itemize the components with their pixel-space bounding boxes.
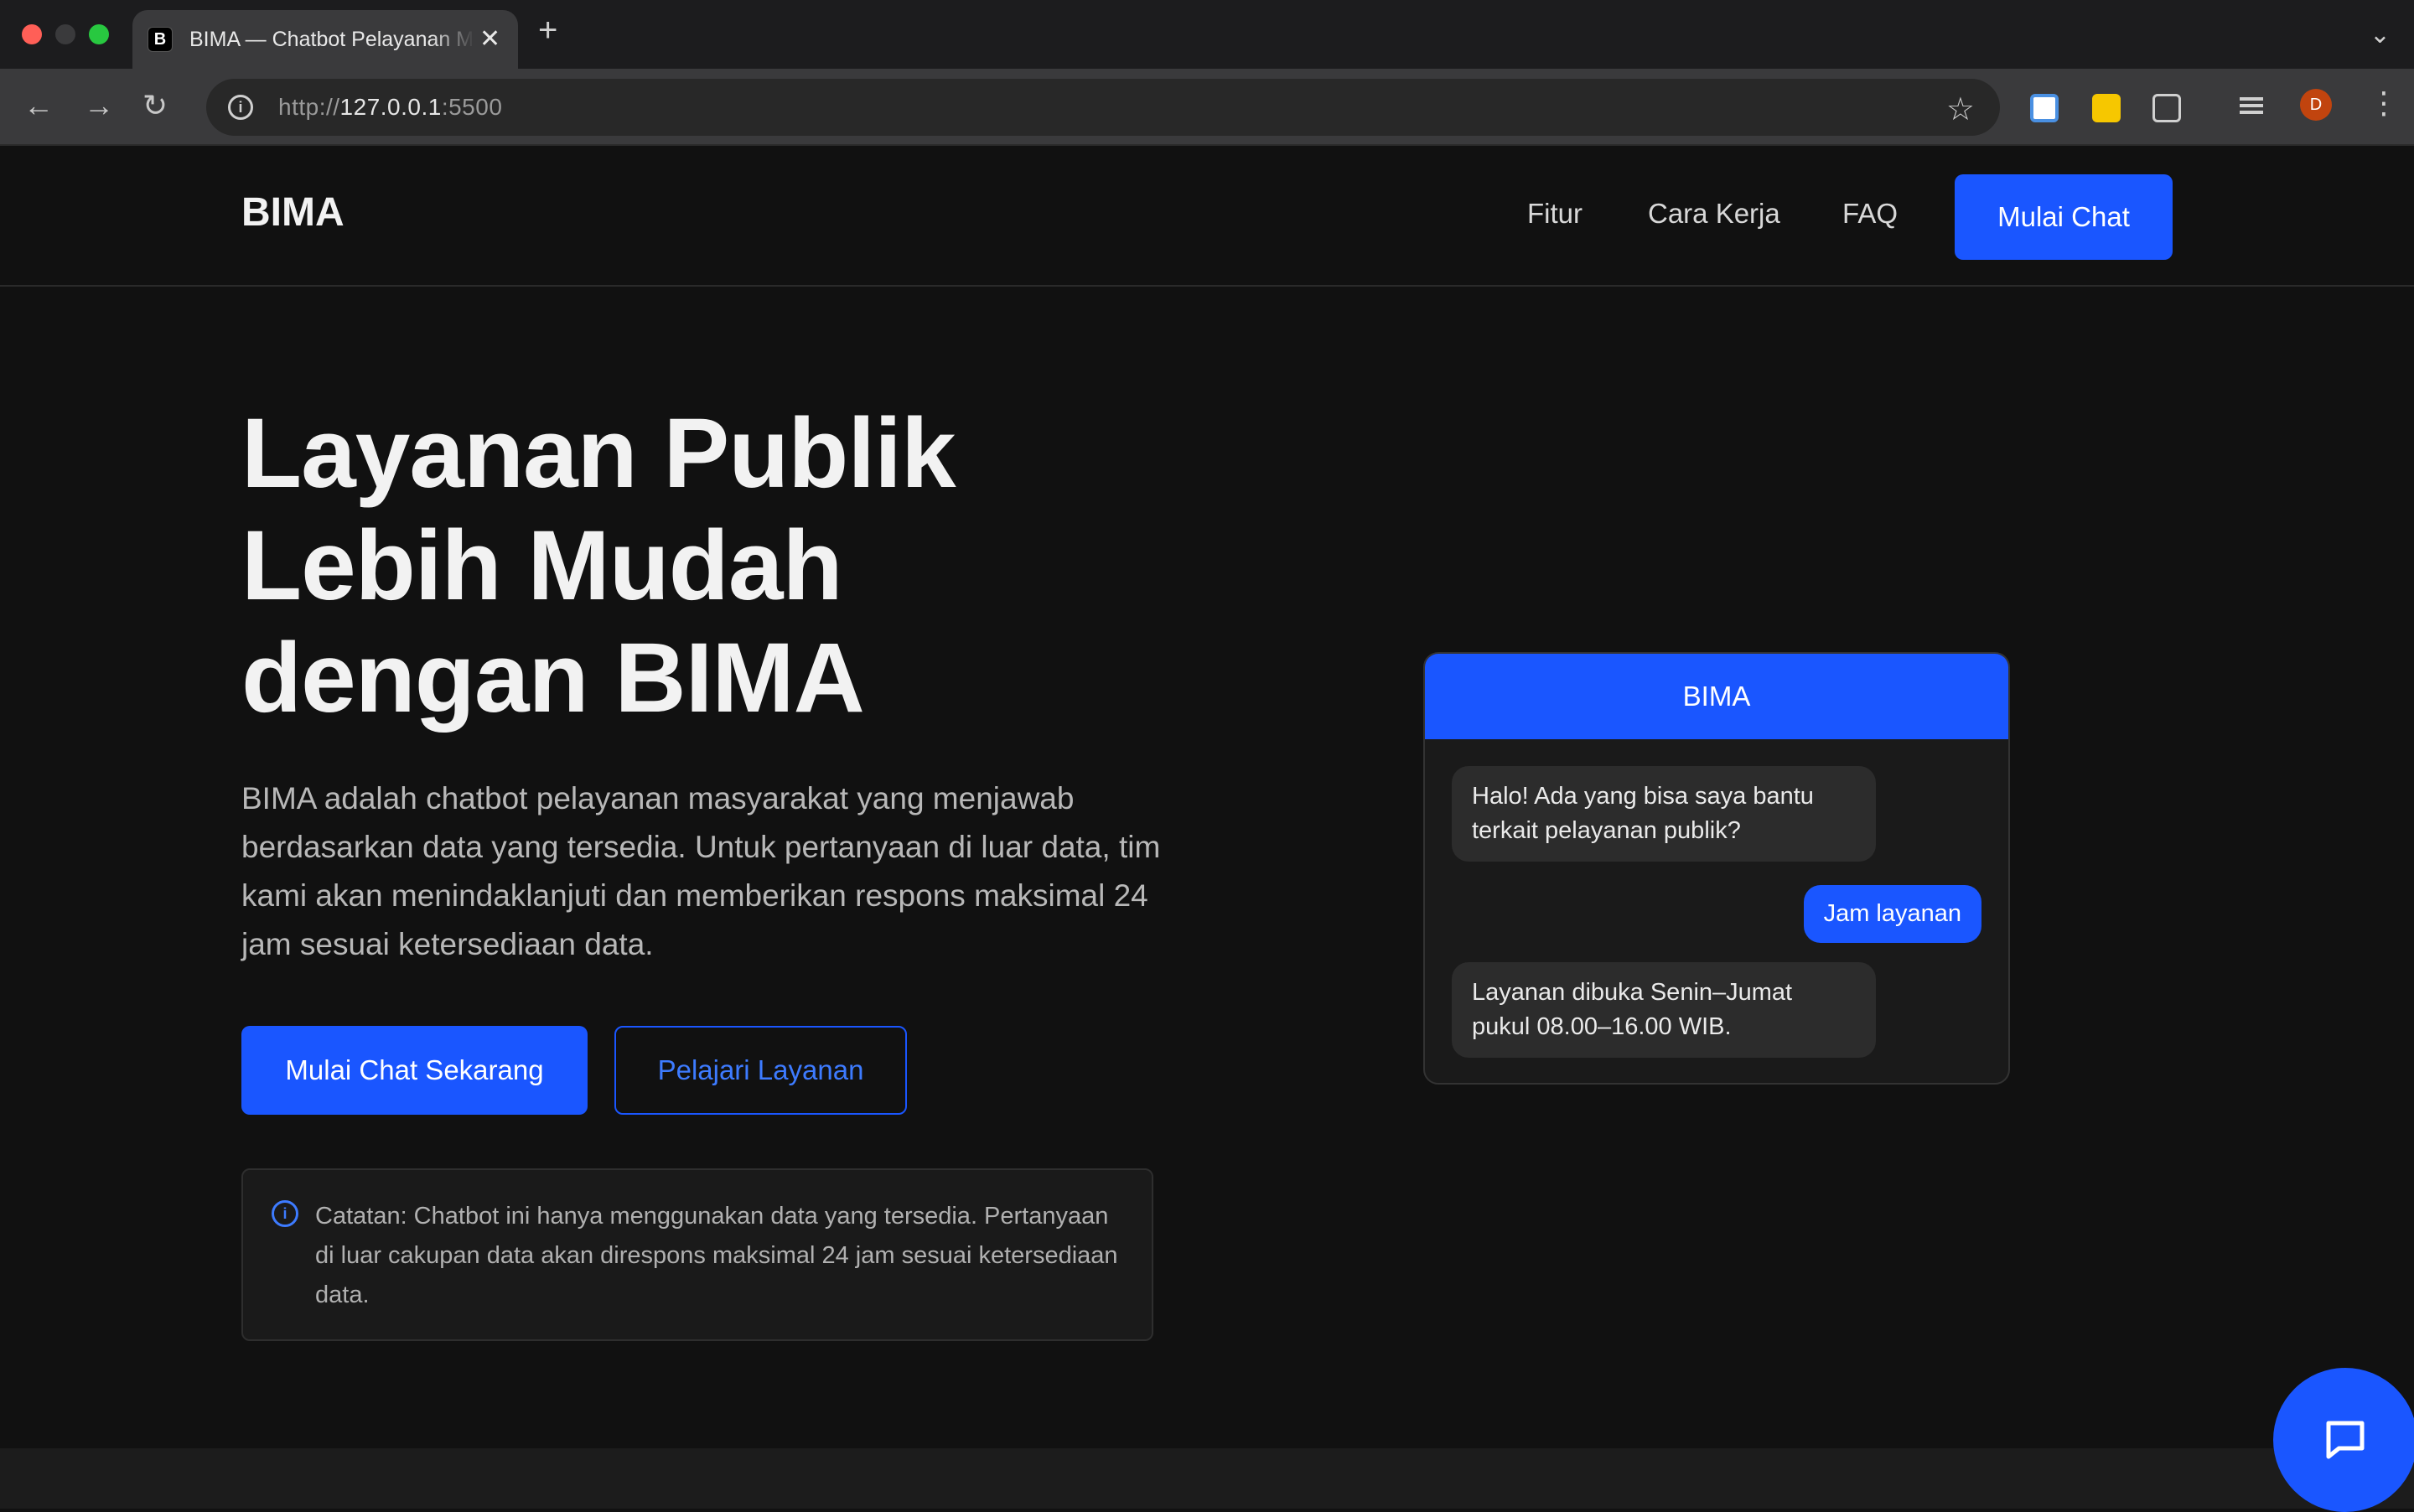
hero-description: BIMA adalah chatbot pelayanan masyarakat… xyxy=(241,781,1161,961)
user-message: Jam layanan xyxy=(1803,885,1981,943)
learn-services-button[interactable]: Pelajari Layanan xyxy=(614,1026,907,1115)
forward-arrow-icon[interactable]: → xyxy=(84,91,114,121)
bookmark-star-icon[interactable]: ☆ xyxy=(1946,91,1975,128)
extensions-puzzle-icon[interactable] xyxy=(2152,94,2181,122)
page: BIMA Fitur Cara Kerja FAQ Mulai Chat Lay… xyxy=(0,148,2414,1512)
brand-logo[interactable]: BIMA xyxy=(241,189,344,236)
bot-message: Layanan dibuka Senin–Jumat pukul 08.00–1… xyxy=(1452,962,1876,1058)
profile-avatar[interactable]: D xyxy=(2300,89,2332,121)
bot-message: Halo! Ada yang bisa saya bantu terkait p… xyxy=(1452,766,1876,862)
tab-title: BIMA — Chatbot Pelayanan Masyarakat xyxy=(189,27,474,51)
tab-search-chevron-icon[interactable]: ⌄ xyxy=(2370,20,2391,49)
chat-preview-card: BIMA Halo! Ada yang bisa saya bantu terk… xyxy=(1423,652,2010,1085)
extension-icon-1[interactable] xyxy=(2030,94,2059,122)
next-section-band xyxy=(0,1448,2414,1509)
url-text[interactable]: http://127.0.0.1:5500 xyxy=(278,94,502,121)
note-text: Catatan: Chatbot ini hanya menggunakan d… xyxy=(315,1203,1118,1308)
window-minimize-button[interactable] xyxy=(55,24,75,44)
browser-toolbar: ← → ↻ i http://127.0.0.1:5500 ☆ xyxy=(0,69,2414,146)
address-bar[interactable]: i http://127.0.0.1:5500 ☆ xyxy=(206,79,2000,136)
start-chat-button[interactable]: Mulai Chat xyxy=(1955,174,2173,260)
note-box: i Catatan: Chatbot ini hanya menggunakan… xyxy=(241,1168,1153,1341)
reload-icon[interactable]: ↻ xyxy=(142,91,168,121)
media-controls-icon[interactable] xyxy=(2240,94,2268,122)
nav-link-cara-kerja[interactable]: Cara Kerja xyxy=(1648,198,1780,230)
chat-preview-title: BIMA xyxy=(1425,654,2008,739)
browser-tab-bar: B BIMA — Chatbot Pelayanan Masyarakat ✕ … xyxy=(0,0,2414,69)
info-icon: i xyxy=(272,1200,298,1227)
nav-link-fitur[interactable]: Fitur xyxy=(1527,198,1583,230)
start-chat-now-button[interactable]: Mulai Chat Sekarang xyxy=(241,1026,588,1115)
browser-tab[interactable]: B BIMA — Chatbot Pelayanan Masyarakat ✕ xyxy=(132,10,518,69)
chat-fab-button[interactable] xyxy=(2273,1368,2414,1512)
site-header: BIMA Fitur Cara Kerja FAQ Mulai Chat xyxy=(0,148,2414,287)
extension-icon-2[interactable] xyxy=(2092,94,2121,122)
hero-title: Layanan Publik Lebih Mudah dengan BIMA xyxy=(241,398,956,733)
window-close-button[interactable] xyxy=(22,24,42,44)
back-arrow-icon[interactable]: ← xyxy=(23,91,54,121)
window-maximize-button[interactable] xyxy=(89,24,109,44)
chat-bubble-icon xyxy=(2326,1421,2365,1459)
nav-link-faq[interactable]: FAQ xyxy=(1842,198,1898,230)
browser-menu-icon[interactable]: ⋮ xyxy=(2369,85,2399,121)
favicon-icon: B xyxy=(148,27,173,52)
site-info-icon[interactable]: i xyxy=(228,95,253,120)
tab-close-icon[interactable]: ✕ xyxy=(479,27,500,52)
new-tab-button[interactable]: + xyxy=(538,13,557,47)
